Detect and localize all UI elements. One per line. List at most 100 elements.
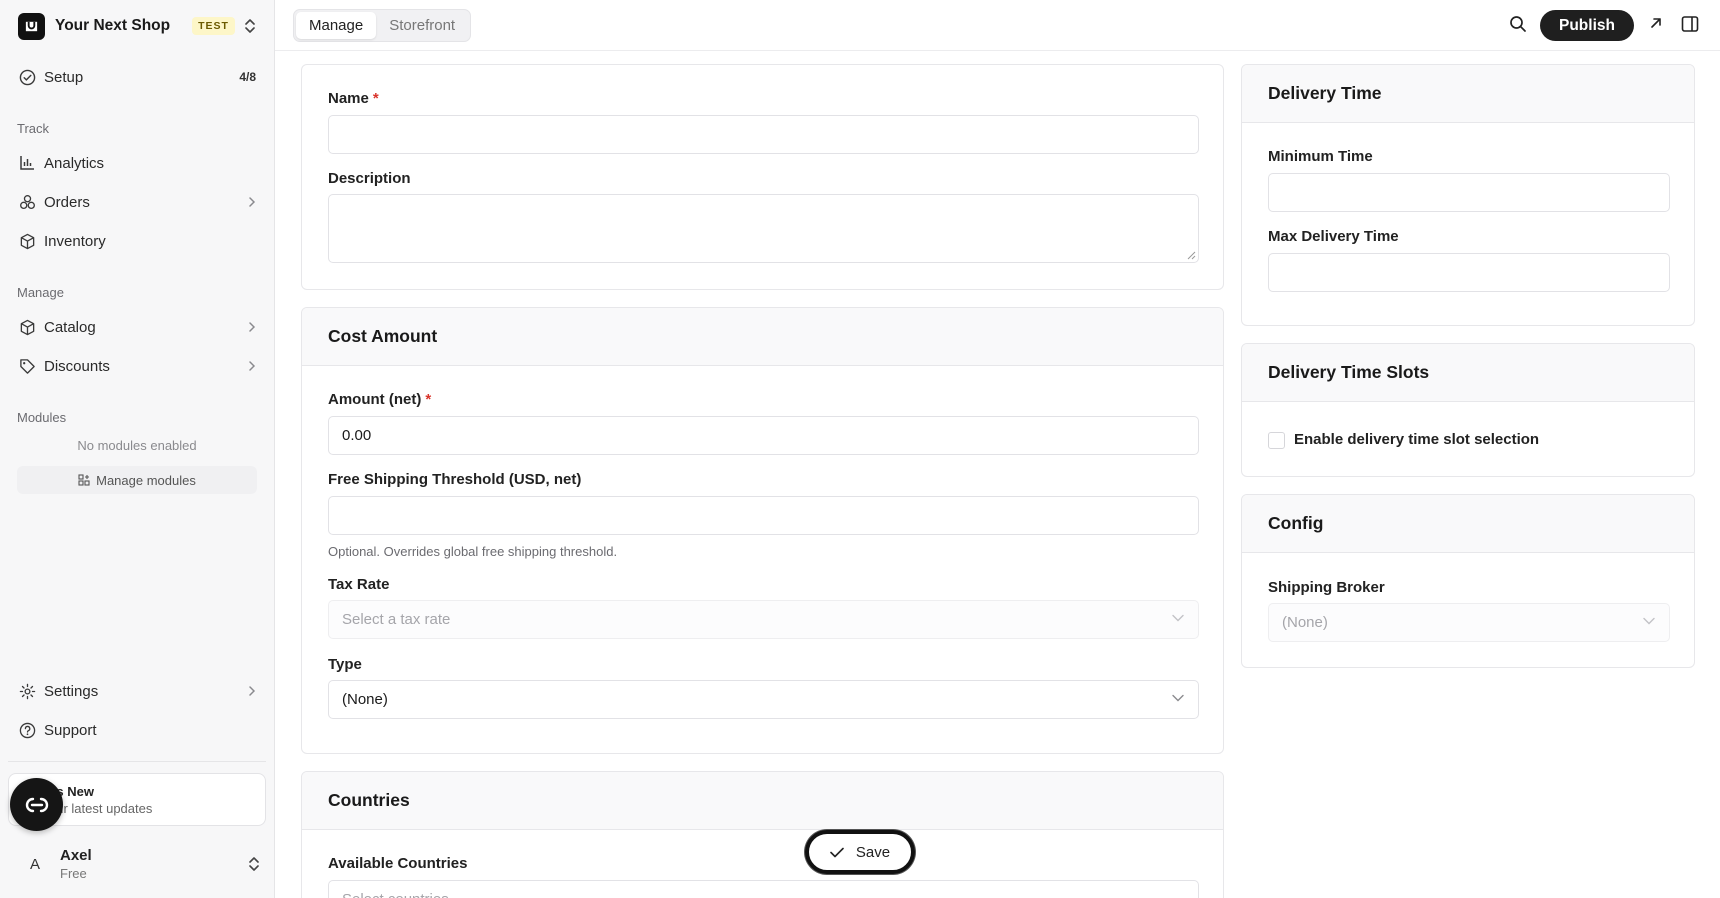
countries-title: Countries	[302, 772, 1223, 830]
minimum-time-input[interactable]	[1268, 173, 1670, 212]
env-badge: TEST	[192, 17, 235, 35]
chevron-up-down-icon[interactable]	[248, 856, 260, 872]
whats-new-subtitle: our latest updates	[49, 801, 153, 816]
external-link-icon[interactable]	[1649, 16, 1663, 30]
general-card: Name * Description	[301, 64, 1224, 290]
user-plan: Free	[60, 866, 87, 881]
sidebar-item-setup[interactable]: Setup 4/8	[8, 60, 266, 94]
orders-icon	[18, 193, 36, 211]
shipping-broker-select[interactable]: (None)	[1268, 603, 1670, 642]
amount-input[interactable]: 0.00	[328, 416, 1199, 455]
sidebar-item-discounts[interactable]: Discounts	[8, 349, 266, 383]
search-icon[interactable]	[1509, 15, 1527, 33]
user-name: Axel	[60, 847, 92, 864]
name-label: Name *	[328, 90, 379, 107]
enable-time-slots-checkbox[interactable]	[1268, 432, 1285, 449]
save-label: Save	[855, 843, 891, 861]
delivery-time-slots-title: Delivery Time Slots	[1242, 344, 1694, 402]
description-textarea[interactable]	[328, 194, 1199, 263]
section-label-track: Track	[17, 121, 50, 136]
required-marker: *	[425, 391, 432, 408]
no-modules-text: No modules enabled	[77, 438, 197, 453]
sidebar-item-orders[interactable]: Orders	[8, 185, 266, 219]
sidebar-item-label: Discounts	[44, 357, 110, 375]
sidebar-item-label: Analytics	[44, 154, 105, 172]
tab-storefront[interactable]: Storefront	[376, 12, 468, 39]
free-shipping-hint: Optional. Overrides global free shipping…	[328, 544, 618, 559]
max-delivery-time-input[interactable]	[1268, 253, 1670, 292]
chevron-right-icon	[248, 321, 256, 333]
available-countries-label: Available Countries	[328, 855, 468, 872]
tab-manage[interactable]: Manage	[296, 12, 377, 39]
bar-chart-icon	[18, 154, 36, 172]
sidebar-item-analytics[interactable]: Analytics	[8, 146, 266, 180]
name-input[interactable]	[328, 115, 1199, 154]
free-shipping-label: Free Shipping Threshold (USD, net)	[328, 471, 582, 488]
chevron-down-icon	[1172, 694, 1184, 702]
type-value: (None)	[342, 691, 388, 708]
delivery-time-slots-card: Delivery Time Slots Enable delivery time…	[1241, 343, 1695, 477]
cost-amount-card: Cost Amount Amount (net) * 0.00 Free Ship…	[301, 307, 1224, 754]
amount-label: Amount (net) *	[328, 391, 431, 408]
shop-logo-icon	[18, 12, 45, 40]
sidebar-item-label: Support	[44, 721, 97, 739]
shop-switcher[interactable]: Your Next Shop TEST	[18, 12, 260, 40]
type-select[interactable]: (None)	[328, 680, 1199, 719]
amount-label-text: Amount (net)	[328, 391, 422, 408]
check-icon	[830, 847, 844, 858]
manage-modules-button[interactable]: Manage modules	[17, 466, 257, 494]
delivery-time-title: Delivery Time	[1242, 65, 1694, 123]
resize-handle-icon[interactable]	[1187, 251, 1196, 260]
manage-modules-label: Manage modules	[96, 472, 196, 488]
topbar: Manage Storefront Publish	[275, 0, 1720, 51]
sidebar-item-catalog[interactable]: Catalog	[8, 310, 266, 344]
sidebar-item-support[interactable]: Support	[8, 713, 266, 747]
setup-progress-count: 4/8	[239, 70, 256, 84]
chevron-right-icon	[248, 360, 256, 372]
minimum-time-label: Minimum Time	[1268, 148, 1373, 165]
gear-icon	[18, 682, 36, 700]
max-delivery-time-label: Max Delivery Time	[1268, 228, 1399, 245]
section-label-modules: Modules	[17, 410, 67, 425]
chevron-right-icon	[248, 196, 256, 208]
sidebar-item-settings[interactable]: Settings	[8, 674, 266, 708]
config-card: Config Shipping Broker (None)	[1241, 494, 1695, 668]
sidebar-item-label: Settings	[44, 682, 99, 700]
sidebar-item-label: Inventory	[44, 232, 106, 250]
save-button[interactable]: Save	[805, 830, 915, 874]
tax-rate-select[interactable]: Select a tax rate	[328, 600, 1199, 639]
chevron-up-down-icon[interactable]	[240, 16, 260, 36]
sidebar-item-label: Orders	[44, 193, 90, 211]
grid-plus-icon	[78, 474, 90, 486]
free-shipping-input[interactable]	[328, 496, 1199, 535]
description-label: Description	[328, 170, 411, 187]
chevron-right-icon	[248, 685, 256, 697]
avatar: A	[29, 855, 40, 873]
section-label-manage: Manage	[17, 285, 64, 300]
panel-toggle-icon[interactable]	[1681, 15, 1699, 33]
shipping-broker-value: (None)	[1282, 614, 1328, 631]
box-icon	[18, 318, 36, 336]
mode-switch: Manage Storefront	[293, 9, 472, 42]
name-label-text: Name	[328, 90, 369, 107]
chevron-down-icon	[1643, 617, 1655, 625]
enable-time-slots-label[interactable]: Enable delivery time slot selection	[1294, 431, 1539, 448]
tag-icon	[18, 357, 36, 375]
delivery-time-card: Delivery Time Minimum Time Max Delivery …	[1241, 64, 1695, 326]
tax-rate-label: Tax Rate	[328, 576, 390, 593]
config-title: Config	[1242, 495, 1694, 553]
sidebar-item-inventory[interactable]: Inventory	[8, 224, 266, 258]
chevron-down-icon	[1172, 614, 1184, 622]
user-menu[interactable]: A Axel Free	[18, 844, 260, 884]
required-marker: *	[372, 90, 379, 107]
shipping-broker-label: Shipping Broker	[1268, 579, 1385, 596]
chat-launcher-icon[interactable]	[10, 778, 63, 831]
sidebar-divider	[8, 761, 266, 762]
cost-amount-title: Cost Amount	[302, 308, 1223, 366]
publish-button[interactable]: Publish	[1540, 10, 1634, 41]
help-icon	[18, 721, 36, 739]
check-circle-icon	[18, 68, 36, 86]
tax-rate-placeholder: Select a tax rate	[342, 611, 451, 628]
type-label: Type	[328, 656, 362, 673]
available-countries-select[interactable]: Select countries	[328, 880, 1199, 898]
